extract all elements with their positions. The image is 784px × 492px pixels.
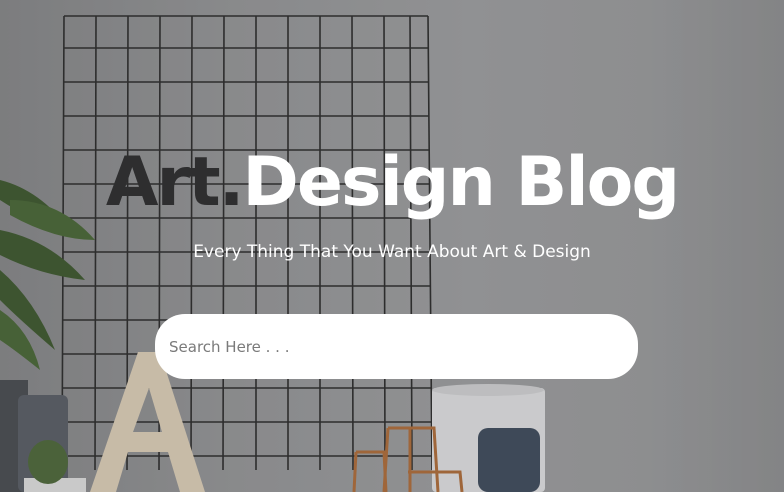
search-input[interactable] [169, 314, 624, 379]
search-bar[interactable] [155, 314, 638, 379]
page-title: Art.Design Blog [0, 138, 784, 228]
title-art: Art. [105, 143, 244, 222]
hero-section: Art.Design Blog Every Thing That You Wan… [0, 0, 784, 492]
page-subtitle: Every Thing That You Want About Art & De… [193, 242, 591, 262]
title-design-blog: Design Blog [242, 143, 680, 222]
